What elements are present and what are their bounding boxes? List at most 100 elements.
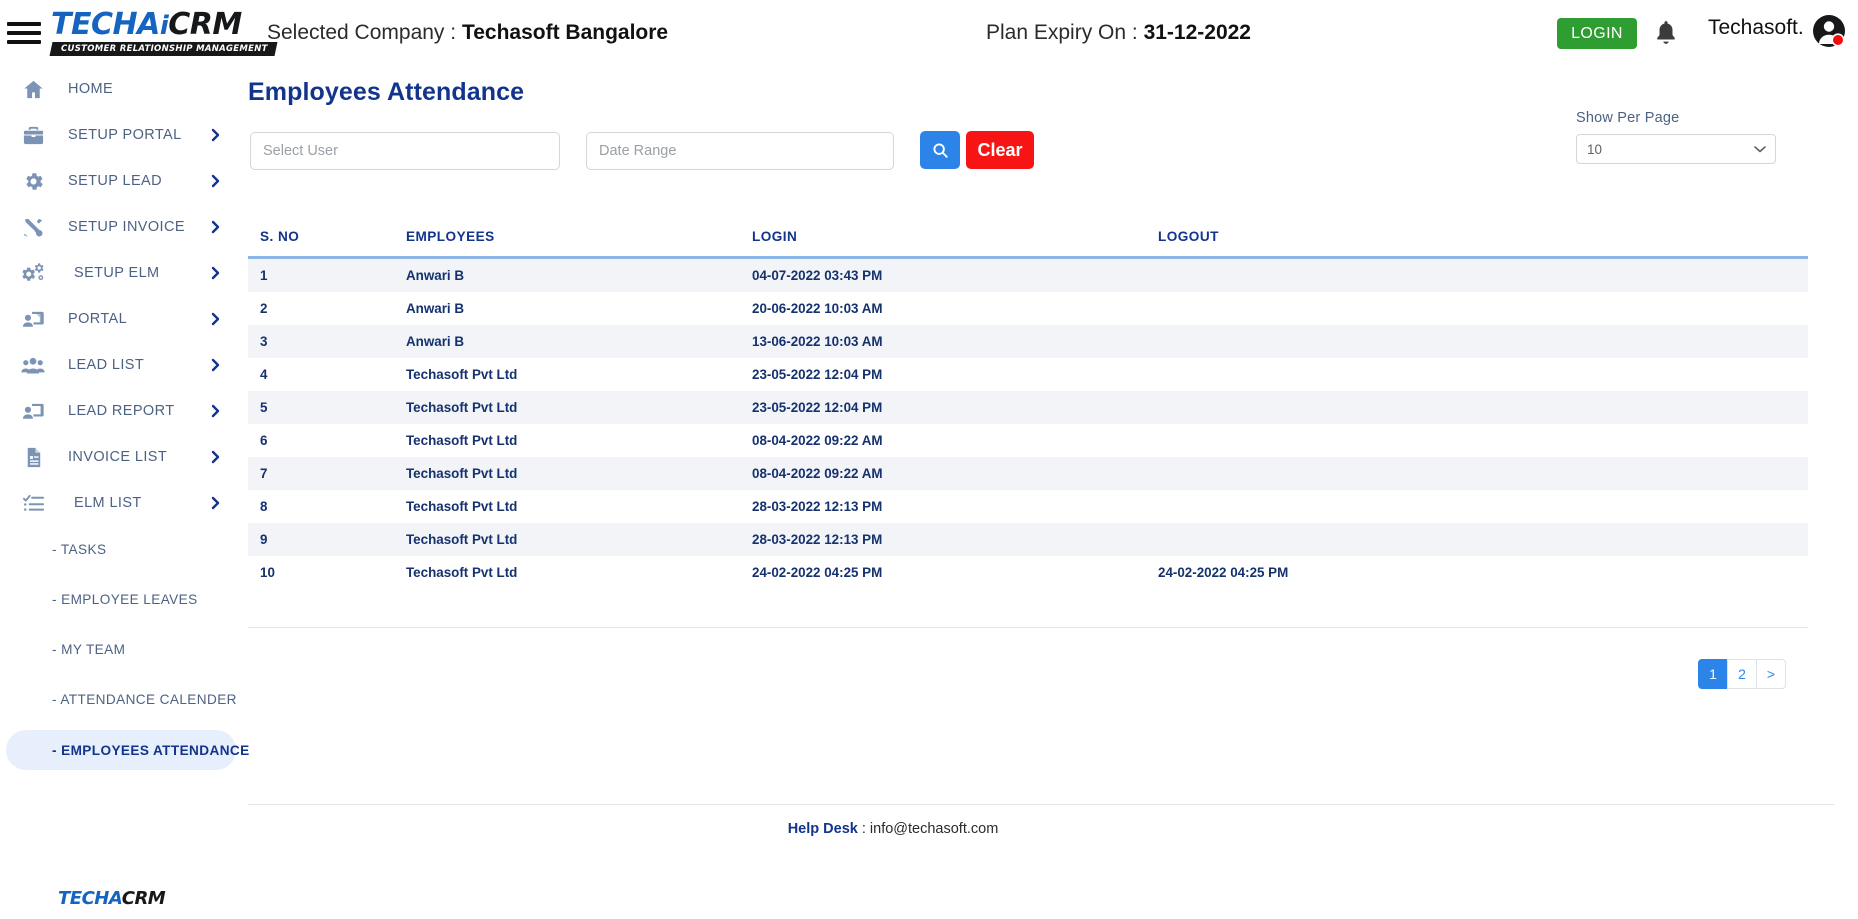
search-icon bbox=[932, 142, 949, 159]
cell-sno: 4 bbox=[260, 367, 268, 382]
table-row[interactable]: 9 Techasoft Pvt Ltd 28-03-2022 12:13 PM bbox=[248, 523, 1808, 556]
chevron-right-icon bbox=[210, 450, 220, 464]
sidebar: HOME SETUP PORTAL SETUP LEAD SETUP INVOI… bbox=[0, 66, 249, 919]
bell-icon[interactable] bbox=[1653, 18, 1679, 48]
table-row[interactable]: 8 Techasoft Pvt Ltd 28-03-2022 12:13 PM bbox=[248, 490, 1808, 523]
cell-sno: 8 bbox=[260, 499, 268, 514]
table-row[interactable]: 2 Anwari B 20-06-2022 10:03 AM bbox=[248, 292, 1808, 325]
help-desk-label: Help Desk bbox=[787, 821, 858, 837]
show-per-page-select[interactable]: 10 bbox=[1576, 134, 1776, 164]
cell-login: 20-06-2022 10:03 AM bbox=[752, 301, 883, 316]
sidebar-item-lead-list[interactable]: LEAD LIST bbox=[0, 342, 248, 388]
table-row[interactable]: 10 Techasoft Pvt Ltd 24-02-2022 04:25 PM 24… bbox=[248, 556, 1808, 589]
sidebar-item-setup-lead[interactable]: SETUP LEAD bbox=[0, 158, 248, 204]
cell-employee: Techasoft Pvt Ltd bbox=[406, 367, 518, 382]
table-row[interactable]: 4 Techasoft Pvt Ltd 23-05-2022 12:04 PM bbox=[248, 358, 1808, 391]
show-per-page-label: Show Per Page bbox=[1576, 110, 1680, 126]
table-row[interactable]: 5 Techasoft Pvt Ltd 23-05-2022 12:04 PM bbox=[248, 391, 1808, 424]
cell-employee: Techasoft Pvt Ltd bbox=[406, 433, 518, 448]
select-user-input[interactable]: Select User bbox=[250, 132, 560, 170]
tools-icon bbox=[16, 212, 50, 242]
cell-login: 04-07-2022 03:43 PM bbox=[752, 268, 883, 283]
sidebar-item-invoice-list[interactable]: INVOICE LIST bbox=[0, 434, 248, 480]
table-row[interactable]: 1 Anwari B 04-07-2022 03:43 PM bbox=[248, 259, 1808, 292]
sidebar-item-home[interactable]: HOME bbox=[0, 66, 248, 112]
user-avatar-icon[interactable] bbox=[1812, 14, 1846, 48]
cell-login: 13-06-2022 10:03 AM bbox=[752, 334, 883, 349]
sidebar-footer-logo: TECHACRM bbox=[58, 888, 166, 909]
sidebar-item-employees-attendance[interactable]: - EMPLOYEES ATTENDANCE bbox=[6, 730, 249, 770]
sidebar-item-setup-elm[interactable]: SETUP ELM bbox=[0, 250, 248, 296]
cell-employee: Techasoft Pvt Ltd bbox=[406, 532, 518, 547]
column-header-login: LOGIN bbox=[752, 228, 798, 244]
sidebar-item-setup-invoice[interactable]: SETUP INVOICE bbox=[0, 204, 248, 250]
sidebar-item-lead-report[interactable]: LEAD REPORT bbox=[0, 388, 248, 434]
cell-login: 23-05-2022 12:04 PM bbox=[752, 400, 883, 415]
pagination-next-button[interactable]: > bbox=[1756, 659, 1786, 689]
app-logo[interactable]: TECHAiCRM CUSTOMER RELATIONSHIP MANAGEME… bbox=[49, 7, 278, 56]
table-header: S. NO EMPLOYEES LOGIN LOGOUT bbox=[248, 216, 1808, 259]
pagination: 1 2 > bbox=[1698, 659, 1786, 689]
hamburger-icon[interactable] bbox=[7, 22, 41, 44]
cell-login: 28-03-2022 12:13 PM bbox=[752, 532, 883, 547]
cell-sno: 3 bbox=[260, 334, 268, 349]
table-row[interactable]: 7 Techasoft Pvt Ltd 08-04-2022 09:22 AM bbox=[248, 457, 1808, 490]
login-button[interactable]: LOGIN bbox=[1557, 18, 1637, 49]
plan-expiry-label: Plan Expiry On : bbox=[986, 21, 1144, 44]
sidebar-item-label: HOME bbox=[68, 81, 114, 97]
selected-company: Selected Company : Techasoft Bangalore bbox=[267, 21, 668, 45]
attendance-table: S. NO EMPLOYEES LOGIN LOGOUT 1 Anwari B 04… bbox=[248, 216, 1808, 589]
cell-employee: Techasoft Pvt Ltd bbox=[406, 499, 518, 514]
sidebar-item-label: - EMPLOYEES ATTENDANCE bbox=[52, 742, 250, 758]
logo-part-blue: TECHA bbox=[51, 7, 160, 42]
cell-login: 24-02-2022 04:25 PM bbox=[752, 565, 883, 580]
checklist-icon bbox=[16, 488, 50, 518]
cell-sno: 6 bbox=[260, 433, 268, 448]
chevron-right-icon bbox=[210, 404, 220, 418]
table-row[interactable]: 3 Anwari B 13-06-2022 10:03 AM bbox=[248, 325, 1808, 358]
sidebar-item-label: SETUP INVOICE bbox=[68, 219, 185, 235]
cell-employee: Techasoft Pvt Ltd bbox=[406, 565, 518, 580]
sidebar-item-elm-list[interactable]: ELM LIST bbox=[0, 480, 248, 526]
search-button[interactable] bbox=[920, 131, 960, 169]
table-body: 1 Anwari B 04-07-2022 03:43 PM 2 Anwari B 20… bbox=[248, 259, 1808, 589]
cell-employee: Anwari B bbox=[406, 268, 465, 283]
home-icon bbox=[16, 74, 50, 104]
sidebar-item-employee-leaves[interactable]: - EMPLOYEE LEAVES bbox=[6, 580, 236, 618]
sidebar-item-label: SETUP PORTAL bbox=[68, 127, 182, 143]
cell-sno: 10 bbox=[260, 565, 275, 580]
chevron-right-icon bbox=[210, 174, 220, 188]
gears-icon bbox=[16, 258, 50, 288]
footer-divider bbox=[224, 804, 1834, 805]
cell-employee: Anwari B bbox=[406, 334, 465, 349]
sidebar-item-label: LEAD LIST bbox=[68, 357, 145, 373]
sidebar-item-label: ELM LIST bbox=[74, 495, 142, 511]
logo-part-i: i bbox=[159, 11, 169, 41]
clear-button[interactable]: Clear bbox=[966, 131, 1034, 169]
sidebar-item-label: PORTAL bbox=[68, 311, 128, 327]
sidebar-item-portal[interactable]: PORTAL bbox=[0, 296, 248, 342]
plan-expiry-value: 31-12-2022 bbox=[1143, 21, 1251, 44]
pagination-page-2[interactable]: 2 bbox=[1727, 659, 1757, 689]
page-title: Employees Attendance bbox=[248, 78, 525, 106]
sidebar-item-attendance-calender[interactable]: - ATTENDANCE CALENDER bbox=[6, 680, 237, 718]
toolbox-icon bbox=[16, 120, 50, 150]
chevron-right-icon bbox=[210, 312, 220, 326]
chevron-right-icon bbox=[210, 266, 220, 280]
cell-employee: Anwari B bbox=[406, 301, 465, 316]
show-per-page: Show Per Page 10 bbox=[1576, 110, 1811, 164]
sidebar-logo-part-blue: TECHA bbox=[58, 888, 122, 909]
logo-part-dark: CRM bbox=[168, 7, 242, 42]
table-row[interactable]: 6 Techasoft Pvt Ltd 08-04-2022 09:22 AM bbox=[248, 424, 1808, 457]
pagination-page-1[interactable]: 1 bbox=[1698, 659, 1728, 689]
sidebar-item-setup-portal[interactable]: SETUP PORTAL bbox=[0, 112, 248, 158]
plan-expiry: Plan Expiry On : 31-12-2022 bbox=[986, 21, 1251, 45]
user-name-label: Techasoft. bbox=[1708, 16, 1804, 39]
sidebar-item-label: - TASKS bbox=[52, 541, 107, 557]
sidebar-item-tasks[interactable]: - TASKS bbox=[6, 530, 236, 568]
cell-logout: 24-02-2022 04:25 PM bbox=[1158, 565, 1289, 580]
date-range-input[interactable]: Date Range bbox=[586, 132, 894, 170]
users-group-icon bbox=[16, 350, 50, 380]
sidebar-item-my-team[interactable]: - MY TEAM bbox=[6, 630, 236, 668]
main-content: Employees Attendance Select User Date Ra… bbox=[224, 66, 1858, 919]
